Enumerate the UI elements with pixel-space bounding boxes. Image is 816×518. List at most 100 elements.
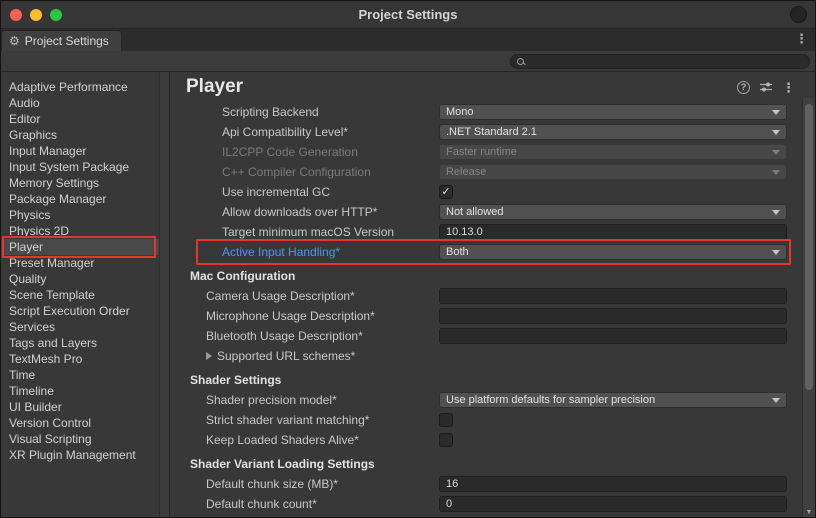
dropdown-shader-precision-model[interactable]: Use platform defaults for sampler precis… xyxy=(439,392,787,408)
zoom-window-button[interactable] xyxy=(50,9,62,21)
setting-row-keep-loaded-shaders-alive: Keep Loaded Shaders Alive* xyxy=(170,430,815,450)
sidebar-item-scene-template[interactable]: Scene Template xyxy=(1,287,159,303)
setting-control: Both xyxy=(439,244,787,260)
sidebar-item-services[interactable]: Services xyxy=(1,319,159,335)
setting-row-active-input-handling: Active Input Handling*Both xyxy=(170,242,815,262)
presets-icon[interactable] xyxy=(759,80,773,94)
dropdown-allow-downloads-over-http[interactable]: Not allowed xyxy=(439,204,787,220)
setting-label: Use incremental GC xyxy=(222,185,439,199)
textfield-microphone-usage-description[interactable] xyxy=(439,308,787,324)
dropdown-scripting-backend[interactable]: Mono xyxy=(439,104,787,120)
sidebar-item-input-system-package[interactable]: Input System Package xyxy=(1,159,159,175)
sidebar-item-audio[interactable]: Audio xyxy=(1,95,159,111)
setting-label: Keep Loaded Shaders Alive* xyxy=(206,433,439,447)
scrollbar-thumb[interactable] xyxy=(805,104,813,390)
minimize-window-button[interactable] xyxy=(30,9,42,21)
sidebar-item-visual-scripting[interactable]: Visual Scripting xyxy=(1,431,159,447)
help-icon[interactable]: ? xyxy=(737,81,750,94)
search-box[interactable] xyxy=(510,54,810,69)
checkbox-use-incremental-gc[interactable] xyxy=(439,185,453,199)
vertical-scrollbar[interactable]: ▼ xyxy=(802,98,815,517)
checkbox-keep-loaded-shaders-alive[interactable] xyxy=(439,433,453,447)
sidebar-item-package-manager[interactable]: Package Manager xyxy=(1,191,159,207)
textfield-value: 16 xyxy=(446,478,458,490)
close-window-button[interactable] xyxy=(10,9,22,21)
sidebar-item-tags-and-layers[interactable]: Tags and Layers xyxy=(1,335,159,351)
textfield-value: 10.13.0 xyxy=(446,226,483,238)
textfield-default-chunk-size-mb[interactable]: 16 xyxy=(439,476,787,492)
sidebar-item-player[interactable]: Player xyxy=(1,239,159,255)
dropdown-api-compatibility-level[interactable]: .NET Standard 2.1 xyxy=(439,124,787,140)
chevron-down-icon xyxy=(772,130,780,135)
setting-label: Allow downloads over HTTP* xyxy=(222,205,439,219)
dropdown-value: Use platform defaults for sampler precis… xyxy=(446,394,766,406)
sidebar-item-version-control[interactable]: Version Control xyxy=(1,415,159,431)
setting-label: Bluetooth Usage Description* xyxy=(206,329,439,343)
setting-label: Supported URL schemes* xyxy=(217,349,787,363)
foldout-arrow-icon[interactable] xyxy=(206,352,212,360)
titlebar: Project Settings xyxy=(1,1,815,29)
scroll-down-arrow-icon[interactable]: ▼ xyxy=(803,509,815,516)
setting-row-override: Override xyxy=(170,514,815,517)
setting-row-bluetooth-usage-description: Bluetooth Usage Description* xyxy=(170,326,815,346)
sidebar-item-textmesh-pro[interactable]: TextMesh Pro xyxy=(1,351,159,367)
chevron-down-icon xyxy=(772,398,780,403)
setting-control xyxy=(439,308,787,324)
sidebar-item-quality[interactable]: Quality xyxy=(1,271,159,287)
sidebar-item-graphics[interactable]: Graphics xyxy=(1,127,159,143)
dropdown-c-compiler-configuration: Release xyxy=(439,164,787,180)
panel-menu-kebab-icon[interactable]: ⋮ xyxy=(782,81,795,94)
tab-project-settings[interactable]: ⚙ Project Settings xyxy=(1,30,122,51)
dropdown-value: Not allowed xyxy=(446,206,766,218)
setting-label: Scripting Backend xyxy=(222,105,439,119)
setting-row-camera-usage-description: Camera Usage Description* xyxy=(170,286,815,306)
checkbox-strict-shader-variant-matching[interactable] xyxy=(439,413,453,427)
search-input[interactable] xyxy=(529,55,803,67)
window-title: Project Settings xyxy=(1,7,815,22)
textfield-bluetooth-usage-description[interactable] xyxy=(439,328,787,344)
sidebar-item-time[interactable]: Time xyxy=(1,367,159,383)
dropdown-active-input-handling[interactable]: Both xyxy=(439,244,787,260)
chevron-down-icon xyxy=(772,250,780,255)
setting-row-default-chunk-size-mb: Default chunk size (MB)*16 xyxy=(170,474,815,494)
textfield-target-minimum-macos-version[interactable]: 10.13.0 xyxy=(439,224,787,240)
setting-label: C++ Compiler Configuration xyxy=(222,165,439,179)
chevron-down-icon xyxy=(772,210,780,215)
sidebar-item-ui-builder[interactable]: UI Builder xyxy=(1,399,159,415)
setting-row-allow-downloads-over-http: Allow downloads over HTTP* Not allowed xyxy=(170,202,815,222)
panel-header-icons: ? ⋮ xyxy=(737,80,795,94)
textfield-camera-usage-description[interactable] xyxy=(439,288,787,304)
setting-row-default-chunk-count: Default chunk count*0 xyxy=(170,494,815,514)
sidebar-item-physics-2d[interactable]: Physics 2D xyxy=(1,223,159,239)
setting-row-scripting-backend: Scripting Backend Mono xyxy=(170,102,815,122)
setting-row-use-incremental-gc: Use incremental GC xyxy=(170,182,815,202)
sidebar-item-xr-plugin-management[interactable]: XR Plugin Management xyxy=(1,447,159,463)
content: Adaptive PerformanceAudioEditorGraphicsI… xyxy=(1,72,815,517)
setting-control: 10.13.0 xyxy=(439,224,787,240)
setting-control: Mono xyxy=(439,104,787,120)
page-title: Player xyxy=(186,76,243,98)
tab-menu-kebab-icon[interactable]: ⋮ xyxy=(795,32,808,45)
sidebar-scrollbar[interactable] xyxy=(159,72,170,517)
sidebar-item-input-manager[interactable]: Input Manager xyxy=(1,143,159,159)
settings-sidebar: Adaptive PerformanceAudioEditorGraphicsI… xyxy=(1,72,159,517)
dropdown-value: Mono xyxy=(446,106,766,118)
textfield-default-chunk-count[interactable]: 0 xyxy=(439,496,787,512)
window-options-icon[interactable] xyxy=(790,6,807,23)
sidebar-item-adaptive-performance[interactable]: Adaptive Performance xyxy=(1,79,159,95)
setting-control xyxy=(439,185,787,199)
sidebar-item-editor[interactable]: Editor xyxy=(1,111,159,127)
traffic-lights xyxy=(10,9,62,21)
search-icon xyxy=(517,58,524,65)
setting-row-supported-url-schemes: Supported URL schemes* xyxy=(170,346,815,366)
dropdown-value: Release xyxy=(446,166,766,178)
setting-row-target-minimum-macos-version: Target minimum macOS Version10.13.0 xyxy=(170,222,815,242)
sidebar-item-preset-manager[interactable]: Preset Manager xyxy=(1,255,159,271)
setting-control: Use platform defaults for sampler precis… xyxy=(439,392,787,408)
setting-label: Camera Usage Description* xyxy=(206,289,439,303)
sidebar-item-memory-settings[interactable]: Memory Settings xyxy=(1,175,159,191)
sidebar-item-timeline[interactable]: Timeline xyxy=(1,383,159,399)
sidebar-item-physics[interactable]: Physics xyxy=(1,207,159,223)
setting-label: Active Input Handling* xyxy=(222,245,439,259)
sidebar-item-script-execution-order[interactable]: Script Execution Order xyxy=(1,303,159,319)
